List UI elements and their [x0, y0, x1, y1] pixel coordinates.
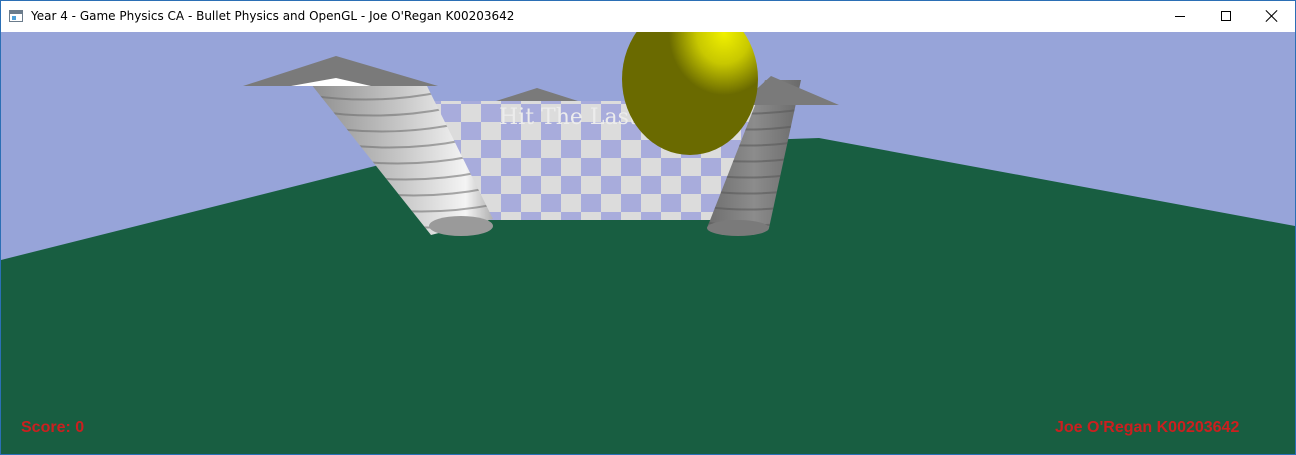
author-credit: Joe O'Regan K00203642 — [1055, 419, 1240, 436]
minimize-icon — [1175, 16, 1185, 17]
game-viewport[interactable]: Hit The Last Score: 0 Joe O'Regan K00203… — [1, 32, 1295, 454]
game-scene: Hit The Last — [1, 32, 1295, 454]
window-title: Year 4 - Game Physics CA - Bullet Physic… — [31, 9, 515, 23]
close-icon — [1266, 10, 1278, 22]
maximize-button[interactable] — [1203, 1, 1249, 32]
app-window: Year 4 - Game Physics CA - Bullet Physic… — [0, 0, 1296, 455]
minimize-button[interactable] — [1157, 1, 1203, 32]
close-button[interactable] — [1249, 1, 1295, 32]
score-display: Score: 0 — [21, 419, 85, 436]
maximize-icon — [1221, 11, 1231, 21]
board-text: Hit The Last — [499, 105, 638, 130]
title-bar[interactable]: Year 4 - Game Physics CA - Bullet Physic… — [1, 1, 1295, 32]
application-window-icon[interactable] — [9, 10, 23, 22]
